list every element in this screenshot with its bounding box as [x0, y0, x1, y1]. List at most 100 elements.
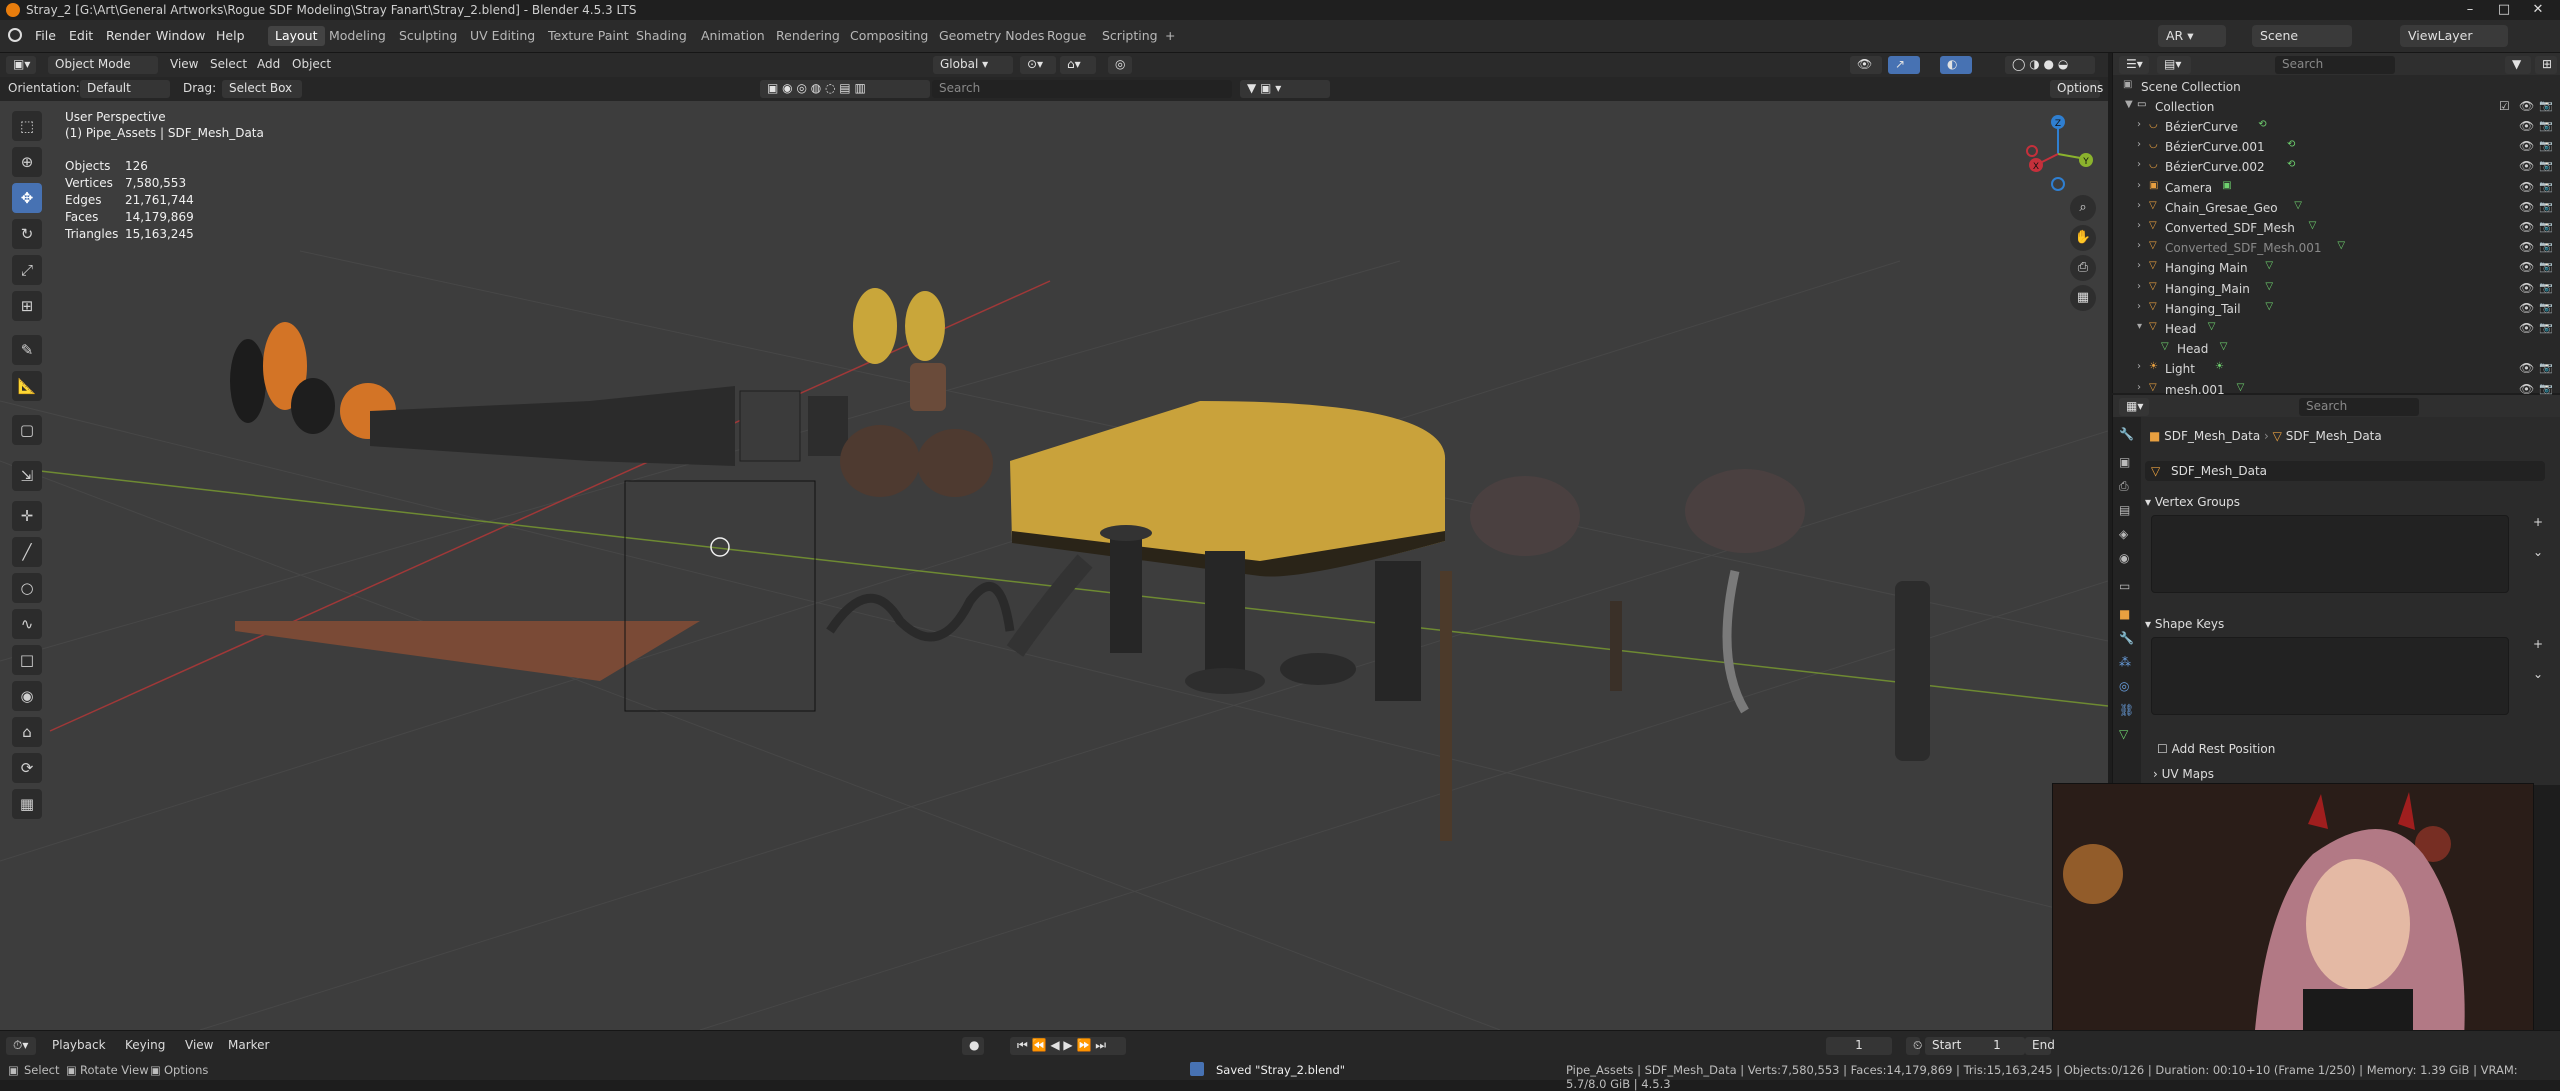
tab-uv-editing[interactable]: UV Editing [463, 26, 542, 46]
shape-key-menu-icon[interactable]: ⌄ [2533, 667, 2543, 681]
properties-editor-type-button[interactable]: ▦▾ [2119, 398, 2149, 416]
line-tool-icon[interactable]: ╱ [12, 537, 42, 567]
tab-layout[interactable]: Layout [268, 26, 325, 46]
viewport-search-input[interactable]: Search [932, 80, 1232, 98]
object-data-icon[interactable]: ▽ [2208, 321, 2216, 332]
outliner-item[interactable]: › ◡ BézierCurve.002 ⟲ 👁 📷 [2113, 157, 2560, 177]
scale-tool-icon[interactable]: ⤢ [12, 255, 42, 285]
chevron-right-icon[interactable]: › [2137, 180, 2141, 191]
circle-tool-icon[interactable]: ○ [12, 573, 42, 603]
vertex-groups-header[interactable]: ▾ Vertex Groups [2145, 495, 2240, 509]
menu-keying[interactable]: Keying [125, 1038, 165, 1052]
move-tool-icon[interactable]: ✥ [12, 183, 42, 213]
cursor-tool-icon[interactable]: ⊕ [12, 147, 42, 177]
object-data-icon[interactable]: ▽ [2265, 281, 2273, 292]
chevron-right-icon[interactable]: › [2137, 361, 2141, 372]
eye-icon[interactable]: 👁 [2519, 159, 2534, 173]
ruler-tool-icon[interactable]: ▦ [12, 789, 42, 819]
scene-selector[interactable]: Scene [2252, 25, 2352, 47]
camera-render-icon[interactable]: 📷 [2539, 260, 2553, 273]
data-tab-icon[interactable]: ▽ [2119, 727, 2128, 741]
object-data-icon[interactable]: ▣ [2222, 180, 2231, 191]
snap-toggle-icon[interactable]: ⌂▾ [1060, 56, 1096, 74]
camera-render-icon[interactable]: 📷 [2539, 281, 2553, 294]
overlay-toggle-icon[interactable]: ◐ [1940, 56, 1972, 74]
tab-modeling[interactable]: Modeling [322, 26, 393, 46]
timeline-editor-type-button[interactable]: ⏱▾ [6, 1037, 36, 1055]
add-vertex-group-icon[interactable]: + [2533, 515, 2543, 529]
tab-rogue[interactable]: Rogue [1040, 26, 1093, 46]
tab-rendering[interactable]: Rendering [769, 26, 847, 46]
camera-render-icon[interactable]: 📷 [2539, 361, 2553, 374]
view-layer-tab-icon[interactable]: ▤ [2119, 503, 2130, 517]
eye-icon[interactable]: 👁 [2519, 99, 2534, 113]
chevron-right-icon[interactable]: › [2137, 200, 2141, 211]
eye-icon[interactable]: 👁 [2519, 382, 2534, 396]
camera-render-icon[interactable]: 📷 [2539, 99, 2553, 112]
gizmo-toggle-icon[interactable]: ↗ [1888, 56, 1920, 74]
stopwatch-icon[interactable]: ⏲ [1906, 1037, 1922, 1055]
object-data-icon[interactable]: ⟲ [2287, 139, 2295, 150]
current-frame-field[interactable]: 1 [1826, 1037, 1892, 1055]
filter-options-icons[interactable]: ▼ ▣ ▾ [1240, 80, 1330, 98]
eye-icon[interactable]: 👁 [2519, 321, 2534, 335]
menu-view[interactable]: View [170, 57, 198, 71]
camera-render-icon[interactable]: 📷 [2539, 119, 2553, 132]
sdf-tool-icon[interactable]: ◉ [12, 681, 42, 711]
end-frame-field[interactable]: End [2025, 1037, 2055, 1055]
outliner-editor-type-button[interactable]: ☰▾ [2119, 56, 2149, 74]
vertex-groups-list[interactable] [2151, 515, 2509, 593]
object-data-icon[interactable]: ▽ [2294, 200, 2302, 211]
editor-type-button[interactable]: ▣▾ [6, 56, 36, 74]
chevron-right-icon[interactable]: ▾ [2137, 321, 2142, 332]
camera-view-icon[interactable]: ⎙ [2070, 255, 2096, 281]
outliner-collection[interactable]: ▼ ▭ Collection ☑ 👁 📷 [2113, 97, 2560, 117]
display-mode-button[interactable]: ▤▾ [2157, 56, 2191, 74]
shape-keys-header[interactable]: ▾ Shape Keys [2145, 617, 2224, 631]
eye-icon[interactable]: 👁 [2519, 200, 2534, 214]
outliner-item[interactable]: › ◡ BézierCurve ⟲ 👁 📷 [2113, 117, 2560, 137]
menu-view-timeline[interactable]: View [185, 1038, 213, 1052]
outliner-item[interactable]: › ▽ Converted_SDF_Mesh.001 ▽ 👁 📷 [2113, 238, 2560, 258]
constraints-tab-icon[interactable]: ⛓ [2119, 703, 2134, 717]
menu-playback[interactable]: Playback [52, 1038, 106, 1052]
object-data-icon[interactable]: ▽ [2265, 260, 2273, 271]
new-collection-icon[interactable]: ⊞ [2535, 56, 2557, 74]
playback-controls[interactable]: ⏮ ⏪ ◀ ▶ ⏩ ⏭ [1010, 1037, 1126, 1055]
chevron-down-icon[interactable]: ▼ [2125, 99, 2133, 110]
navigation-gizmo[interactable]: Z Y X [2020, 109, 2100, 199]
camera-render-icon[interactable]: 📷 [2539, 301, 2553, 314]
tab-animation[interactable]: Animation [694, 26, 772, 46]
outliner-item[interactable]: › ▽ Chain_Gresae_Geo ▽ 👁 📷 [2113, 198, 2560, 218]
chevron-right-icon[interactable]: › [2137, 382, 2141, 393]
close-button[interactable]: ✕ [2528, 2, 2548, 17]
tab-shading[interactable]: Shading [629, 26, 694, 46]
vertex-group-menu-icon[interactable]: ⌄ [2533, 545, 2543, 559]
menu-render[interactable]: Render [106, 28, 151, 43]
tool-tab-icon[interactable]: 🔧 [2119, 427, 2134, 441]
chevron-right-icon[interactable]: › [2137, 260, 2141, 271]
tab-sculpting[interactable]: Sculpting [392, 26, 464, 46]
camera-render-icon[interactable]: 📷 [2539, 240, 2553, 253]
outliner-item[interactable]: › ▽ Converted_SDF_Mesh ▽ 👁 📷 [2113, 218, 2560, 238]
modifier-tab-icon[interactable]: 🔧 [2119, 631, 2134, 645]
shape-tool-icon[interactable]: ⌂ [12, 717, 42, 747]
options-button[interactable]: Options [2050, 80, 2103, 98]
measure-tool-icon[interactable]: 📐 [12, 371, 42, 401]
menu-object[interactable]: Object [292, 57, 331, 71]
record-icon[interactable]: ● [962, 1037, 984, 1055]
box-tool-icon[interactable]: □ [12, 645, 42, 675]
camera-render-icon[interactable]: 📷 [2539, 200, 2553, 213]
start-frame-field[interactable]: Start 1 [1925, 1037, 2025, 1055]
menu-select[interactable]: Select [210, 57, 247, 71]
maximize-button[interactable]: □ [2494, 2, 2514, 17]
filter-icon[interactable]: ▼ [2505, 56, 2531, 74]
outliner-item[interactable]: › ☀ Light ☀ 👁 📷 [2113, 359, 2560, 379]
minimize-button[interactable]: – [2460, 2, 2480, 17]
camera-render-icon[interactable]: 📷 [2539, 220, 2553, 233]
chevron-right-icon[interactable]: › [2137, 139, 2141, 150]
curve-tool-icon[interactable]: ∿ [12, 609, 42, 639]
tab-compositing[interactable]: Compositing [843, 26, 935, 46]
add-shape-key-icon[interactable]: + [2533, 637, 2543, 651]
output-tab-icon[interactable]: ⎙ [2119, 479, 2129, 494]
